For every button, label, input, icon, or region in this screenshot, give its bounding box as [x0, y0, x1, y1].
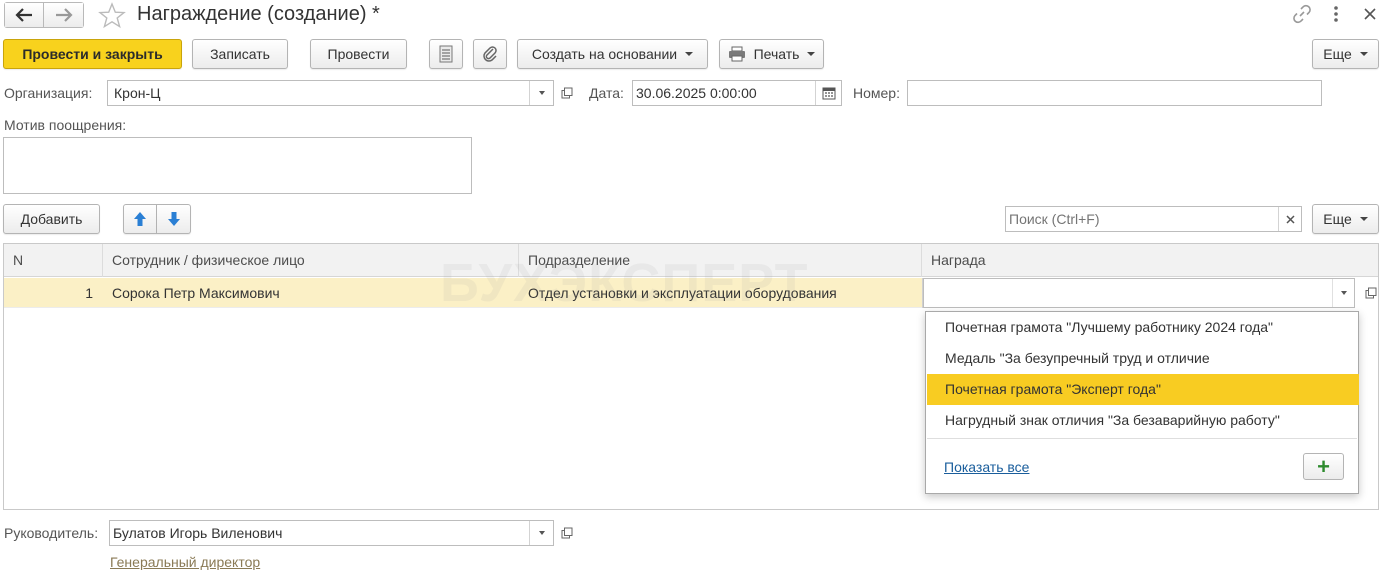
divider	[927, 438, 1357, 439]
manager-position-link[interactable]: Генеральный директор	[110, 554, 260, 570]
award-open-button[interactable]	[1361, 278, 1378, 308]
award-option[interactable]: Медаль "За безупречный труд и отличие	[927, 343, 1359, 374]
award-dropdown-button[interactable]	[1332, 279, 1354, 307]
arrow-up-icon	[134, 212, 146, 226]
create-based-on-label: Создать на основании	[531, 46, 678, 62]
history-nav	[4, 2, 84, 28]
organization-value: Крон-Ц	[114, 85, 161, 101]
chevron-down-icon	[1359, 217, 1368, 221]
print-label: Печать	[753, 46, 800, 62]
back-button[interactable]	[4, 2, 44, 28]
manager-dropdown-button[interactable]	[529, 521, 553, 545]
create-based-on-button[interactable]: Создать на основании	[517, 39, 708, 69]
search-field[interactable]	[1005, 206, 1302, 232]
search-clear-button[interactable]	[1278, 207, 1301, 231]
paperclip-icon	[483, 46, 497, 62]
number-field[interactable]	[907, 80, 1322, 106]
save-button[interactable]: Записать	[192, 39, 288, 69]
date-value: 30.06.2025 0:00:00	[636, 85, 757, 101]
chevron-down-icon	[685, 52, 694, 56]
more-label: Еще	[1323, 46, 1352, 62]
arrow-left-icon	[15, 8, 32, 22]
more-vertical-icon[interactable]	[1330, 5, 1342, 26]
column-header-award[interactable]: Награда	[922, 244, 1378, 277]
date-field[interactable]: 30.06.2025 0:00:00	[632, 80, 842, 106]
post-button[interactable]: Провести	[310, 39, 407, 69]
manager-label: Руководитель:	[4, 525, 99, 541]
chevron-down-icon	[538, 91, 545, 95]
award-input[interactable]	[923, 278, 1355, 308]
open-window-icon	[561, 87, 573, 99]
date-label: Дата:	[589, 85, 624, 101]
organization-label: Организация:	[4, 85, 93, 101]
chevron-down-icon	[807, 52, 816, 56]
chevron-down-icon	[1340, 291, 1347, 295]
award-dropdown-list: Почетная грамота "Лучшему работнику 2024…	[925, 311, 1359, 494]
favorite-star-icon[interactable]	[98, 2, 126, 32]
close-icon	[1285, 214, 1295, 224]
calendar-button[interactable]	[815, 81, 841, 105]
open-window-icon	[1365, 287, 1377, 299]
watermark: БУХЭКСПЕРТ	[440, 253, 809, 313]
journal-button[interactable]	[429, 39, 463, 69]
move-buttons-group	[123, 204, 191, 234]
manager-value: Булатов Игорь Виленович	[113, 525, 283, 541]
chevron-down-icon	[538, 531, 545, 535]
arrow-down-icon	[167, 212, 180, 226]
more-button[interactable]: Еще	[1312, 39, 1379, 69]
post-and-close-button[interactable]: Провести и закрыть	[3, 39, 182, 69]
close-icon[interactable]	[1364, 7, 1376, 23]
add-award-button[interactable]: +	[1303, 453, 1344, 480]
organization-field[interactable]: Крон-Ц	[107, 80, 554, 106]
add-row-button[interactable]: Добавить	[3, 204, 100, 234]
arrow-right-icon	[55, 8, 73, 22]
printer-icon	[728, 46, 745, 62]
calendar-icon	[822, 87, 835, 100]
manager-field[interactable]: Булатов Игорь Виленович	[109, 520, 554, 546]
chevron-down-icon	[1359, 52, 1368, 56]
column-header-n[interactable]: N	[4, 244, 103, 277]
row-number: 1	[85, 285, 93, 301]
row-award-cell[interactable]	[922, 278, 1378, 308]
show-all-link[interactable]: Показать все	[944, 459, 1029, 475]
motive-label: Мотив поощрения:	[4, 117, 127, 133]
open-window-icon	[561, 527, 573, 539]
plus-icon: +	[1317, 453, 1330, 479]
award-option-selected[interactable]: Почетная грамота "Эксперт года"	[927, 374, 1359, 405]
organization-dropdown-button[interactable]	[529, 81, 553, 105]
forward-button[interactable]	[44, 2, 84, 28]
award-option[interactable]: Почетная грамота "Лучшему работнику 2024…	[927, 312, 1359, 343]
table-more-button[interactable]: Еще	[1312, 204, 1379, 234]
search-input[interactable]	[1006, 211, 1278, 227]
move-up-button[interactable]	[123, 204, 157, 234]
manager-open-button[interactable]	[556, 520, 578, 546]
number-label: Номер:	[853, 85, 900, 101]
attachments-button[interactable]	[473, 39, 507, 69]
link-icon[interactable]	[1292, 4, 1312, 27]
table-more-label: Еще	[1323, 211, 1352, 227]
page-title: Награждение (создание) *	[137, 3, 380, 25]
move-down-button[interactable]	[157, 204, 191, 234]
award-option[interactable]: Нагрудный знак отличия "За безаварийную …	[927, 405, 1359, 436]
motive-textarea[interactable]	[3, 137, 472, 194]
print-button[interactable]: Печать	[719, 39, 824, 69]
organization-open-button[interactable]	[556, 80, 578, 106]
document-list-icon	[439, 45, 453, 63]
